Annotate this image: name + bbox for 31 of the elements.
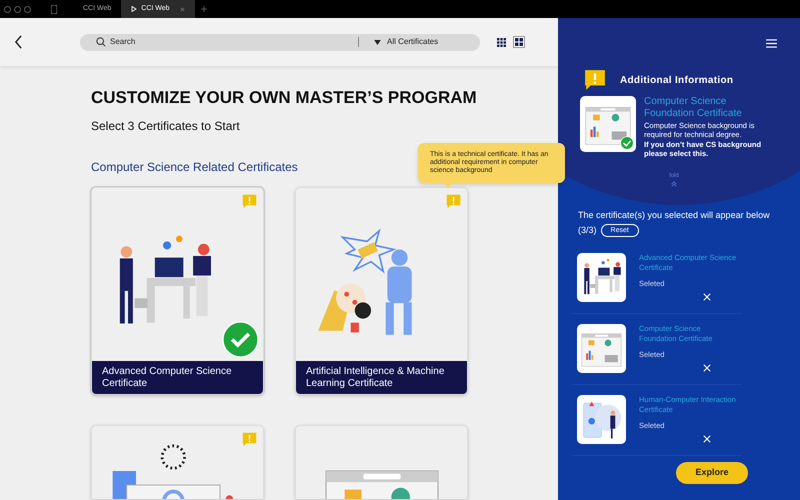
small-grid-view-button[interactable] bbox=[495, 36, 507, 48]
certificate-title: Advanced Computer Science Certificate bbox=[92, 361, 263, 394]
search-field[interactable]: Search All Certificates bbox=[80, 34, 480, 50]
large-grid-view-button[interactable] bbox=[513, 36, 525, 48]
certificate-title: Artificial Intelligence & Machine Learning Certificate bbox=[296, 361, 467, 394]
selection-count: (3/3) bbox=[578, 224, 597, 237]
checkmark-icon bbox=[222, 321, 259, 358]
search-icon bbox=[96, 37, 106, 47]
page-heading: CUSTOMIZE YOUR OWN MASTER’S PROGRAM bbox=[91, 88, 478, 108]
section-title: Computer Science Related Certificates bbox=[91, 159, 298, 176]
page-subheading: Select 3 Certificates to Start bbox=[91, 118, 241, 135]
explore-button[interactable]: Explore bbox=[676, 462, 748, 484]
menu-icon[interactable] bbox=[766, 39, 777, 48]
app-logo-icon bbox=[51, 4, 57, 14]
selection-intro: The certificate(s) you selected will appear below bbox=[578, 210, 771, 221]
play-icon bbox=[131, 6, 138, 12]
info-certificate-title: Computer Science Foundation Certificate bbox=[644, 96, 743, 120]
warning-speech-icon bbox=[242, 432, 257, 447]
certificate-card[interactable] bbox=[91, 425, 264, 499]
warning-speech-icon bbox=[584, 68, 606, 92]
tooltip-tail-icon bbox=[444, 183, 452, 188]
dropdown-caret-icon bbox=[374, 40, 381, 44]
certificate-filter-dropdown[interactable]: All Certificates bbox=[374, 36, 438, 48]
certificate-card[interactable]: Advanced Computer Science Certificate bbox=[91, 187, 264, 395]
double-chevron-up-icon bbox=[671, 181, 677, 187]
warning-speech-icon bbox=[242, 194, 257, 209]
info-title: Additional Information bbox=[620, 74, 734, 88]
back-icon[interactable] bbox=[14, 35, 23, 49]
new-tab-icon[interactable] bbox=[200, 6, 207, 12]
certificate-card[interactable]: Artificial Intelligence & Machine Learning Certificate bbox=[295, 187, 468, 395]
warning-speech-icon bbox=[446, 194, 461, 209]
